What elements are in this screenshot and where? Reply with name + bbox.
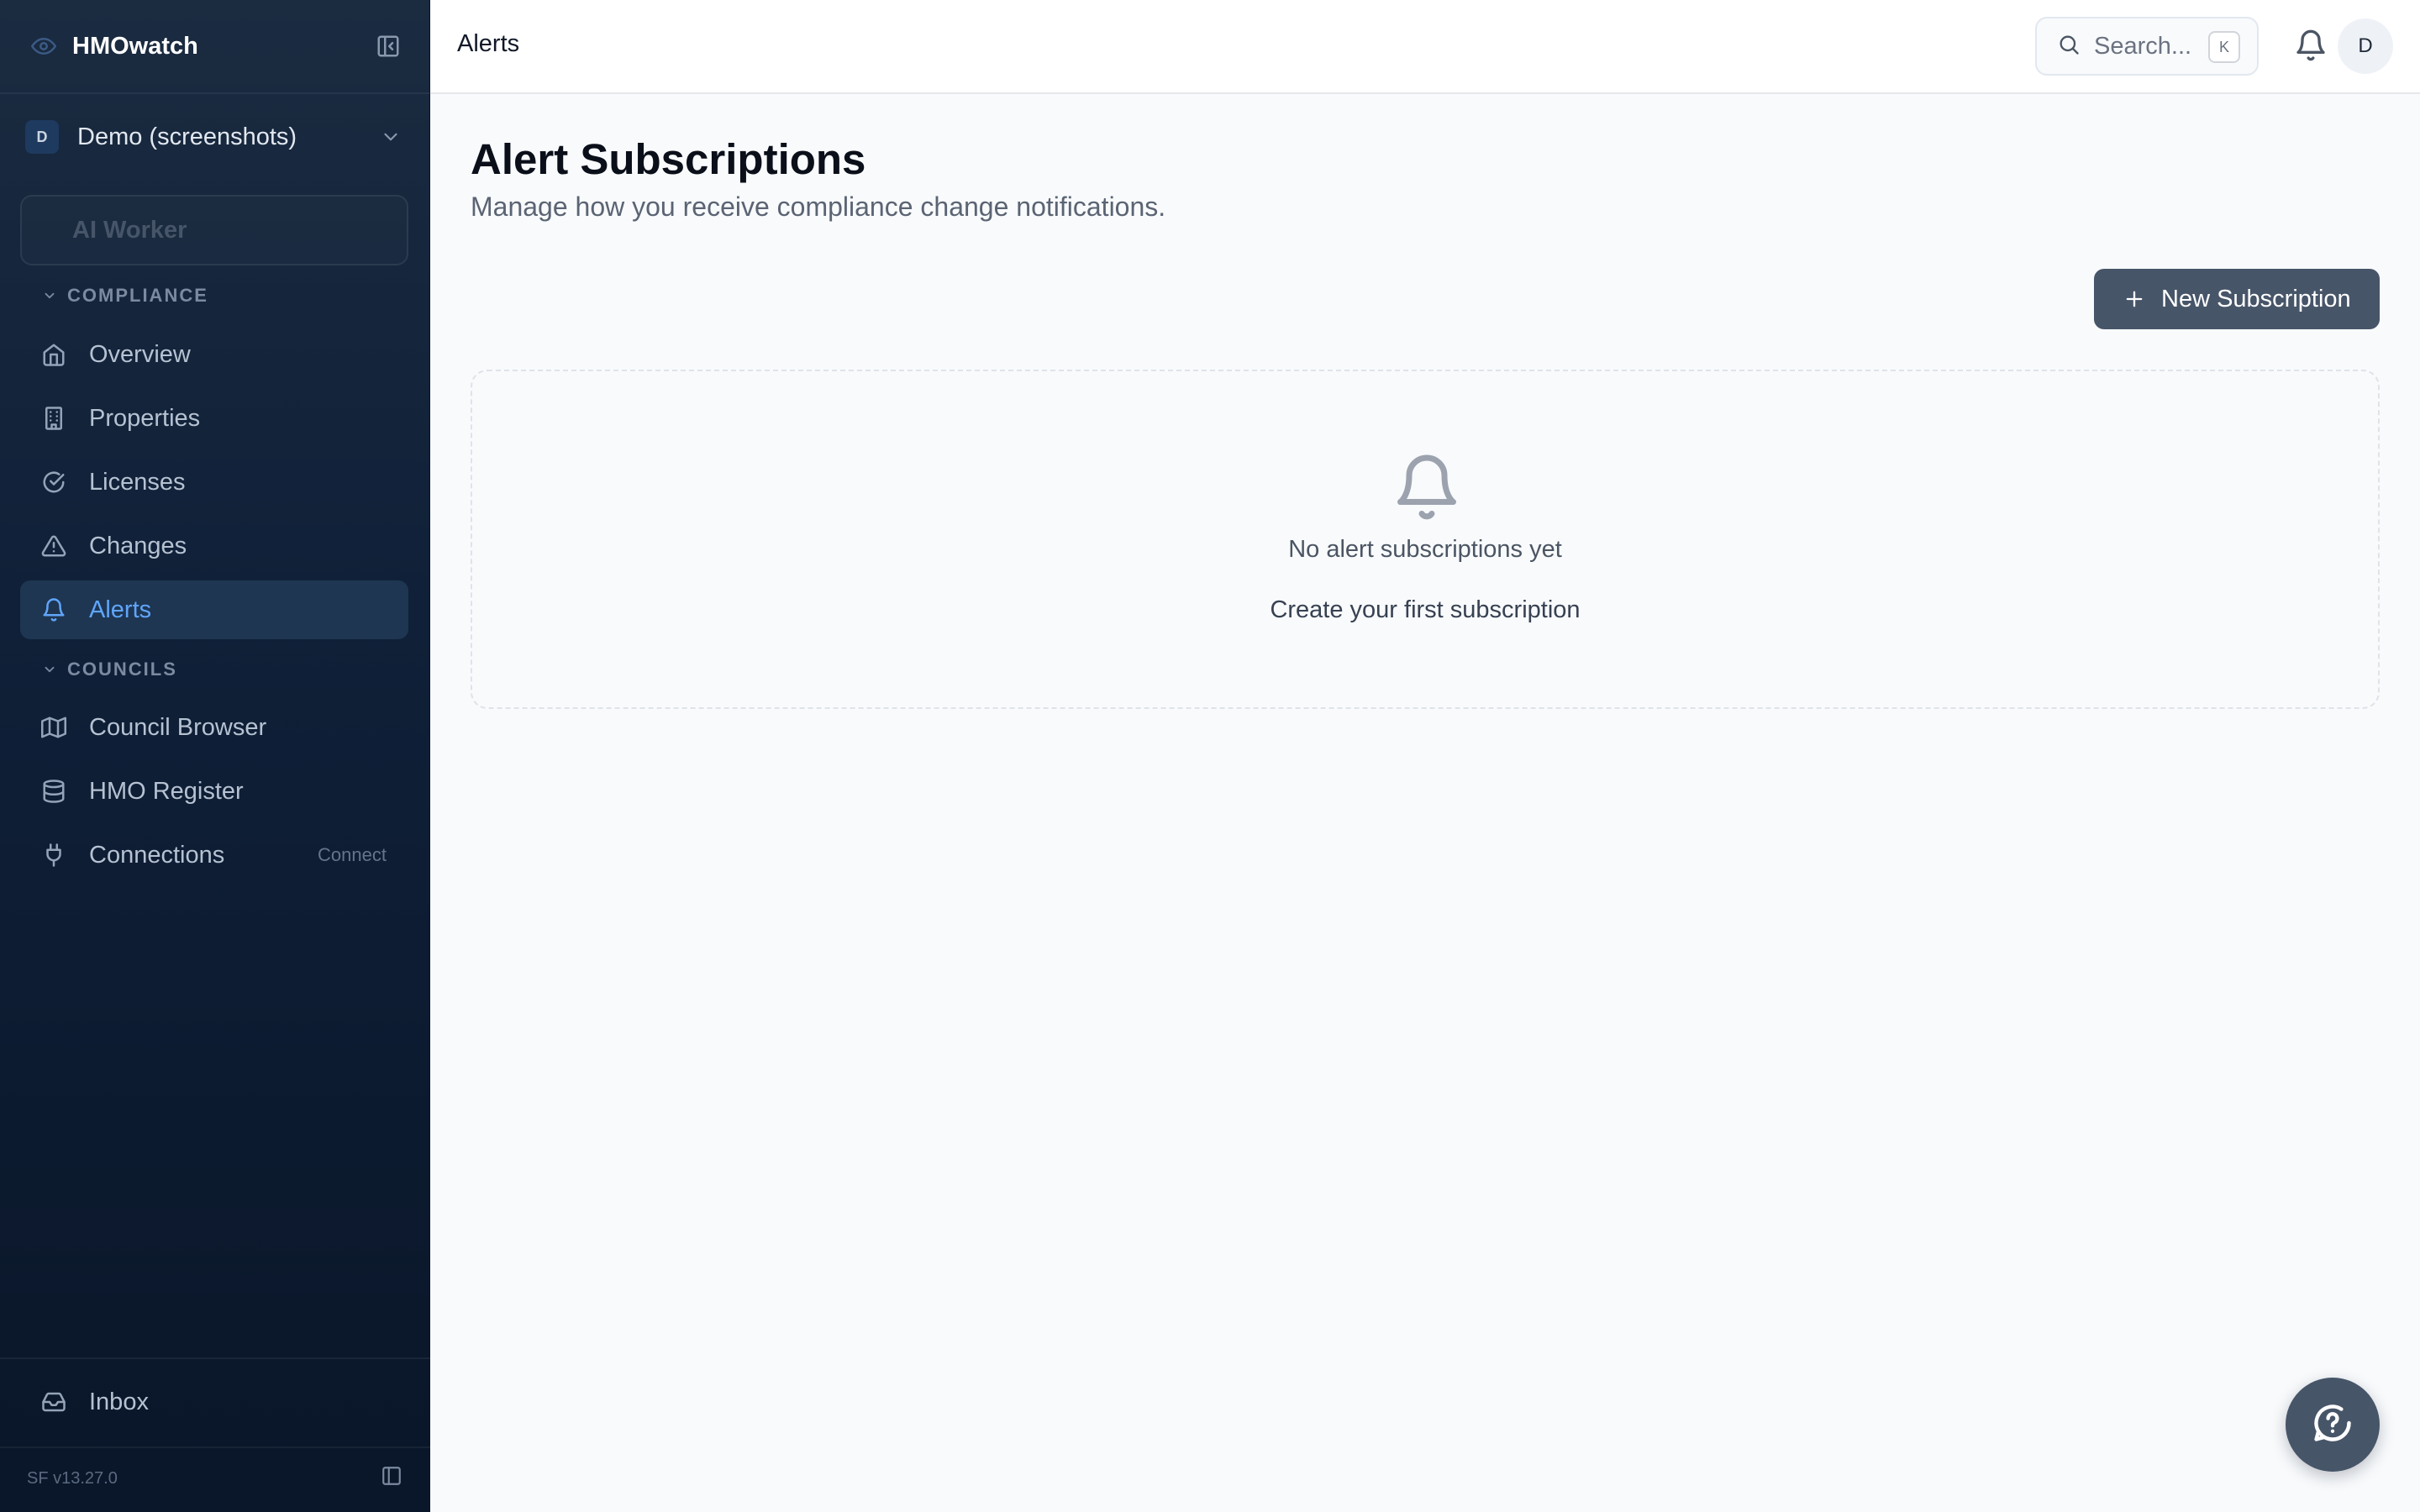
sidebar-item-label: Licenses [89, 468, 186, 496]
search-shortcut-key: K [2208, 31, 2240, 63]
ai-worker-button[interactable]: AI Worker [20, 195, 408, 265]
org-switcher[interactable]: D Demo (screenshots) [22, 109, 408, 165]
sidebar-item-licenses[interactable]: Licenses [20, 453, 408, 512]
bell-icon [1392, 452, 1462, 522]
sidebar-divider [0, 1446, 430, 1448]
breadcrumb: Alerts [457, 30, 520, 57]
eye-logo-icon [27, 29, 60, 63]
section-compliance[interactable]: COMPLIANCE [42, 283, 208, 308]
empty-state-card: No alert subscriptions yet Create your f… [471, 370, 2380, 709]
sidebar-footer: SF v13.27.0 [27, 1462, 402, 1495]
connect-badge[interactable]: Connect [318, 844, 387, 866]
sidebar-item-alerts[interactable]: Alerts [20, 580, 408, 639]
sidebar-item-hmo-register[interactable]: HMO Register [20, 762, 408, 821]
sidebar-item-label: Properties [89, 404, 201, 432]
notifications-bell-icon[interactable] [2294, 29, 2331, 66]
create-first-subscription-link[interactable]: Create your first subscription [472, 596, 2378, 624]
sidebar-item-properties[interactable]: Properties [20, 389, 408, 448]
chevron-down-icon [380, 126, 402, 152]
sidebar-item-changes[interactable]: Changes [20, 517, 408, 575]
org-badge: D [25, 120, 59, 154]
empty-state-title: No alert subscriptions yet [1288, 536, 1562, 563]
brand: HMOwatch [27, 25, 402, 67]
help-chat-button[interactable] [2286, 1378, 2380, 1472]
warning-triangle-icon [39, 531, 69, 561]
org-name: Demo (screenshots) [77, 123, 297, 150]
top-bar: Alerts Search... K D [430, 0, 2420, 94]
sidebar-item-label: Overview [89, 340, 191, 368]
section-councils[interactable]: COUNCILS [42, 657, 177, 682]
collapse-sidebar-icon[interactable] [374, 32, 402, 60]
chevron-down-icon [42, 288, 57, 303]
page-subtitle: Manage how you receive compliance change… [471, 192, 1166, 222]
search-icon [2057, 33, 2081, 60]
chevron-down-icon [42, 662, 57, 677]
sidebar-item-label: Council Browser [89, 713, 267, 741]
panel-toggle-icon[interactable] [381, 1465, 402, 1492]
help-chat-icon [2311, 1401, 2354, 1449]
sidebar-divider [0, 92, 430, 94]
section-label: COMPLIANCE [67, 285, 208, 306]
sidebar-item-inbox[interactable]: Inbox [20, 1373, 408, 1431]
database-icon [39, 776, 69, 806]
sidebar: HMOwatch D Demo (screenshots) AI Worker … [0, 0, 430, 1512]
sidebar-item-label: Connections [89, 841, 225, 869]
search-input[interactable]: Search... K [2035, 17, 2259, 76]
new-subscription-button[interactable]: New Subscription [2094, 269, 2380, 329]
app-name: HMOwatch [72, 32, 198, 60]
map-icon [39, 712, 69, 743]
sidebar-item-label: Changes [89, 532, 187, 559]
home-icon [39, 339, 69, 370]
search-placeholder: Search... [2094, 32, 2192, 60]
sidebar-item-council-browser[interactable]: Council Browser [20, 698, 408, 757]
sidebar-item-label: Inbox [89, 1388, 149, 1415]
bell-icon [39, 595, 69, 625]
new-subscription-label: New Subscription [2161, 285, 2351, 312]
section-label: COUNCILS [67, 659, 177, 680]
page-title: Alert Subscriptions [471, 135, 866, 183]
sidebar-item-overview[interactable]: Overview [20, 325, 408, 384]
sidebar-divider [0, 1357, 430, 1359]
building-icon [39, 403, 69, 433]
sidebar-item-label: HMO Register [89, 777, 244, 805]
inbox-icon [39, 1387, 69, 1417]
plus-icon [2123, 287, 2146, 311]
avatar[interactable]: D [2338, 18, 2393, 74]
check-circle-icon [39, 467, 69, 497]
sidebar-item-label: Alerts [89, 596, 152, 623]
plug-icon [39, 840, 69, 870]
sidebar-item-connections[interactable]: Connections Connect [20, 826, 408, 885]
version-label: SF v13.27.0 [27, 1468, 118, 1488]
